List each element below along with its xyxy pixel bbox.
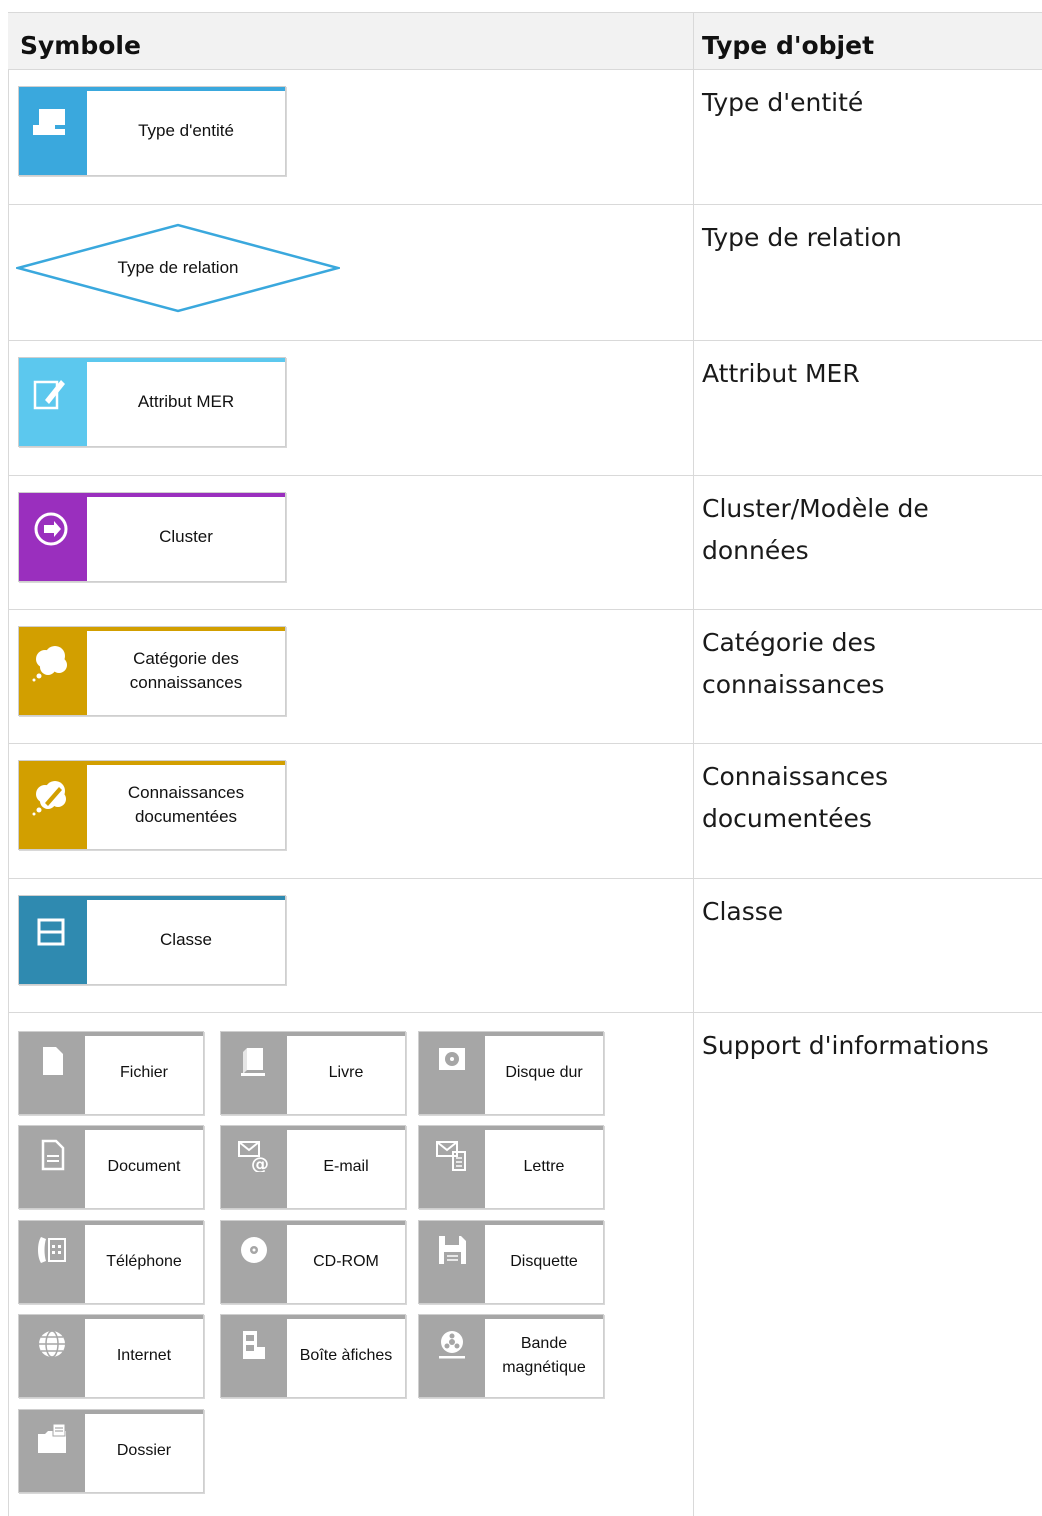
symbol-cluster: Cluster <box>18 492 286 582</box>
table-row: Support d'informations Fichier Livre Dis… <box>8 1013 1042 1516</box>
symbol-label: Internet <box>116 1347 172 1364</box>
object-type: Cluster/Modèle de données <box>702 494 929 565</box>
symbol-entity-type: Type d'entité <box>18 86 286 176</box>
symbol-attribut-mer: Attribut MER <box>18 357 286 447</box>
document-icon <box>41 1139 65 1171</box>
table-header: Symbole Type d'objet <box>8 12 1042 70</box>
symbol-label: Type de relation <box>117 258 239 277</box>
symbol-label: Lettre <box>523 1158 565 1175</box>
symbol-label: Type d'entité <box>138 121 234 140</box>
symbol-label: Livre <box>328 1064 364 1081</box>
cluster-icon <box>34 512 68 546</box>
table-row: Connaissances documentées Connaissances … <box>8 744 1042 879</box>
floppy-disk-icon <box>439 1236 466 1264</box>
documented-knowledge-icon <box>32 781 66 816</box>
support-bande-magnetique: Bande magnétique <box>418 1314 604 1398</box>
hard-disk-icon <box>439 1048 465 1070</box>
object-type: Support d'informations <box>702 1031 989 1060</box>
card-box-icon <box>243 1331 265 1359</box>
magnetic-tape-icon <box>439 1331 465 1359</box>
letter-icon <box>436 1141 466 1171</box>
header-object-type: Type d'objet <box>702 31 875 60</box>
symbol-label: Dossier <box>116 1442 172 1459</box>
table-row: Cluster Cluster/Modèle de données <box>8 476 1042 610</box>
globe-icon <box>39 1330 65 1358</box>
table-row: Type de relation Type de relation <box>8 205 1042 341</box>
symbol-label: Document <box>107 1158 181 1175</box>
symbol-label: Boîte àfiches <box>299 1347 393 1364</box>
support-telephone: Téléphone <box>18 1220 204 1304</box>
support-lettre: Lettre <box>418 1125 604 1209</box>
symbol-label: Disque dur <box>505 1064 583 1081</box>
symbol-label: Connaissances documentées <box>127 783 245 826</box>
class-icon <box>37 918 65 946</box>
symbol-knowledge-category: Catégorie des connaissances <box>18 626 286 716</box>
cd-rom-icon <box>241 1237 267 1263</box>
object-type: Attribut MER <box>702 359 860 388</box>
object-type: Catégorie des connaissances <box>702 628 885 699</box>
object-type: Classe <box>702 897 784 926</box>
support-fichier: Fichier <box>18 1031 204 1115</box>
symbol-label: Classe <box>160 930 212 949</box>
support-disquette: Disquette <box>418 1220 604 1304</box>
file-icon <box>43 1047 63 1075</box>
object-type: Type d'entité <box>702 88 864 117</box>
support-dossier: Dossier <box>18 1409 204 1493</box>
symbol-label: Catégorie des connaissances <box>129 649 243 692</box>
support-boite-a-fiches: Boîte àfiches <box>220 1314 406 1398</box>
symbol-label: Fichier <box>119 1064 168 1081</box>
book-icon <box>241 1048 265 1076</box>
symbol-label: CD-ROM <box>313 1253 379 1270</box>
symbol-class: Classe <box>18 895 286 985</box>
svg-text:@: @ <box>251 1154 269 1172</box>
support-livre: Livre <box>220 1031 406 1115</box>
support-email: @ E-mail <box>220 1125 406 1209</box>
object-type: Type de relation <box>702 223 902 252</box>
support-disque-dur: Disque dur <box>418 1031 604 1115</box>
symbol-label: Téléphone <box>106 1253 182 1270</box>
thought-cloud-icon <box>32 646 67 682</box>
symbol-label: Disquette <box>510 1253 578 1270</box>
pen-edit-icon <box>33 380 65 410</box>
support-document: Document <box>18 1125 204 1209</box>
support-cd-rom: CD-ROM <box>220 1220 406 1304</box>
entity-type-icon <box>33 109 65 135</box>
object-type-table: Symbole Type d'objet Type d'entité Type … <box>8 12 1042 1516</box>
symbol-documented-knowledge: Connaissances documentées <box>18 760 286 850</box>
table-row: Type d'entité Type d'entité <box>8 70 1042 205</box>
symbol-label: Bande magnétique <box>502 1335 586 1376</box>
telephone-icon <box>38 1237 66 1263</box>
folder-icon <box>38 1423 66 1453</box>
table-row: Catégorie des connaissances Catégorie de… <box>8 610 1042 744</box>
symbol-label: Attribut MER <box>137 392 235 411</box>
object-type: Connaissances documentées <box>702 762 889 833</box>
support-internet: Internet <box>18 1314 204 1398</box>
header-symbol: Symbole <box>20 31 141 60</box>
symbol-label: Cluster <box>159 527 213 546</box>
table-row: Classe Classe <box>8 879 1042 1013</box>
email-icon: @ <box>238 1141 269 1172</box>
symbol-label: E-mail <box>323 1158 369 1175</box>
table-row: Attribut MER Attribut MER <box>8 341 1042 476</box>
